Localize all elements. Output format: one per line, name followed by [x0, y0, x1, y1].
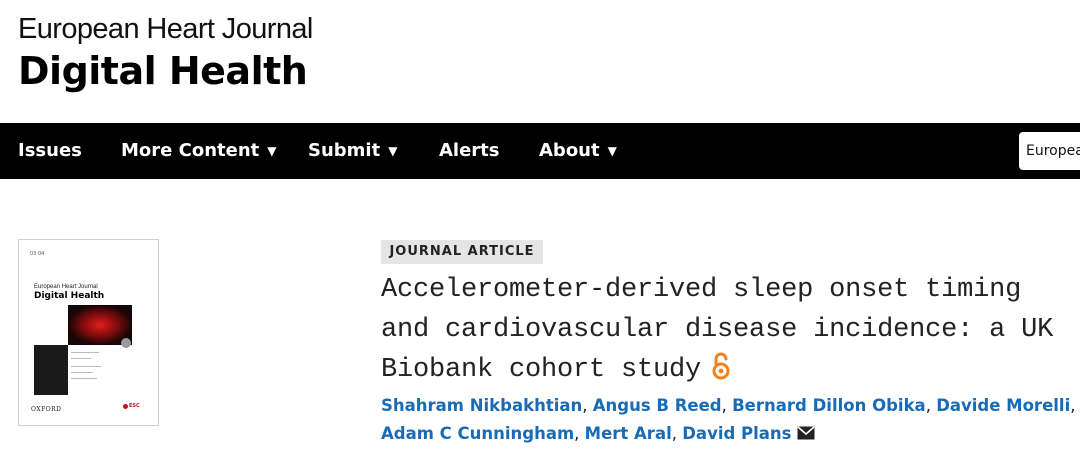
- nav-item-alerts[interactable]: Alerts: [439, 123, 500, 179]
- cover-text-line: [71, 352, 99, 353]
- author-link[interactable]: David Plans: [682, 424, 791, 443]
- nav-item-label: Issues: [18, 140, 82, 161]
- journal-name-line2: Digital Health: [18, 49, 308, 93]
- cover-circle-mark: [121, 338, 131, 348]
- publisher-logo: OXFORD: [31, 406, 62, 413]
- nav-item-label: More Content: [121, 140, 260, 161]
- author-separator: ,: [574, 424, 585, 443]
- journal-name-line1: European Heart Journal: [18, 13, 313, 45]
- main-navigation: Issues More Content ▼ Submit ▼ Alerts Abou…: [0, 123, 1080, 179]
- nav-item-more-content[interactable]: More Content ▼: [121, 123, 277, 179]
- cover-text-line: [71, 372, 93, 373]
- dropdown-caret-icon: ▼: [267, 144, 277, 158]
- cover-title-line1: European Heart Journal: [34, 284, 98, 290]
- author-link[interactable]: Bernard Dillon Obika: [732, 396, 926, 415]
- search-scope-select[interactable]: European: [1019, 132, 1080, 170]
- author-link[interactable]: Adam C Cunningham: [381, 424, 574, 443]
- nav-item-submit[interactable]: Submit ▼: [308, 123, 397, 179]
- nav-item-label: About: [539, 140, 600, 161]
- article-title-block: Accelerometer-derived sleep onset timing…: [381, 270, 1080, 394]
- dropdown-caret-icon: ▼: [388, 144, 398, 158]
- cover-text-line: [71, 366, 101, 367]
- cover-title-line2: Digital Health: [34, 291, 105, 301]
- society-logo-mark: [123, 404, 128, 409]
- nav-item-issues[interactable]: Issues: [18, 123, 82, 179]
- author-link[interactable]: Angus B Reed: [593, 396, 722, 415]
- author-separator: ,: [671, 424, 683, 443]
- open-access-icon[interactable]: [711, 352, 731, 394]
- cover-black-block: [34, 345, 68, 395]
- author-separator: ,: [1070, 396, 1076, 415]
- cover-volume: 03 04: [30, 251, 45, 257]
- article-type-badge: JOURNAL ARTICLE: [381, 240, 543, 264]
- nav-item-about[interactable]: About ▼: [539, 123, 617, 179]
- author-separator: ,: [925, 396, 937, 415]
- envelope-icon[interactable]: [797, 421, 816, 449]
- author-separator: ,: [582, 396, 593, 415]
- cover-text-line: [71, 378, 97, 379]
- society-logo: ESC: [129, 403, 140, 409]
- journal-logo[interactable]: European Heart Journal Digital Health: [18, 12, 313, 94]
- author-list: Shahram Nikbakhtian, Angus B Reed, Berna…: [381, 392, 1080, 449]
- nav-item-label: Alerts: [439, 140, 500, 161]
- author-link[interactable]: Shahram Nikbakhtian: [381, 396, 582, 415]
- author-link[interactable]: Davide Morelli: [936, 396, 1070, 415]
- author-separator: ,: [721, 396, 733, 415]
- nav-item-label: Submit: [308, 140, 381, 161]
- cover-text-line: [71, 358, 91, 359]
- author-link[interactable]: Mert Aral: [585, 424, 672, 443]
- dropdown-caret-icon: ▼: [607, 144, 617, 158]
- journal-cover-image[interactable]: 03 04 European Heart Journal Digital Hea…: [18, 239, 159, 426]
